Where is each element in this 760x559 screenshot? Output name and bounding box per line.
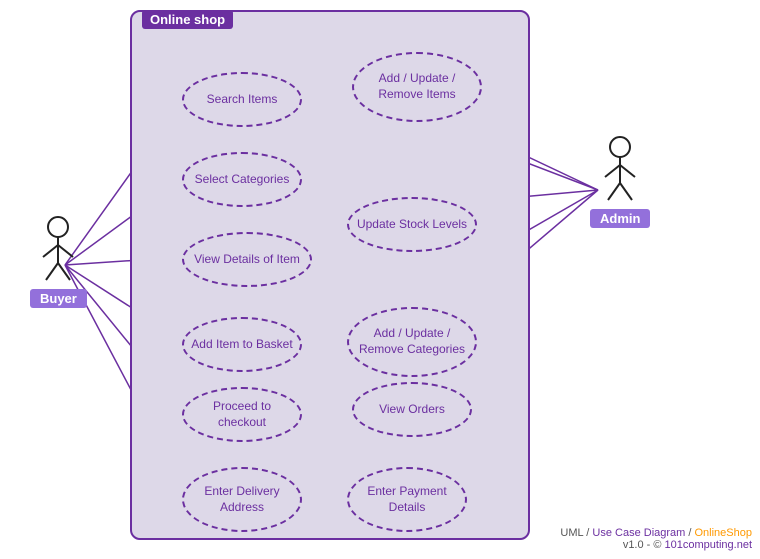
usecase-search-items: Search Items xyxy=(182,72,302,127)
usecase-proceed-to-checkout: Proceed to checkout xyxy=(182,387,302,442)
admin-label: Admin xyxy=(590,209,650,228)
buyer-figure xyxy=(38,215,78,285)
admin-figure xyxy=(600,135,640,205)
actor-admin: Admin xyxy=(590,135,650,228)
watermark-uml: UML / xyxy=(560,527,592,539)
usecase-add-update-remove-items: Add / Update / Remove Items xyxy=(352,52,482,122)
usecase-view-orders: View Orders xyxy=(352,382,472,437)
system-boundary: Online shop Search Items Add / Update / … xyxy=(130,10,530,540)
watermark-usecase: Use Case Diagram xyxy=(592,527,685,539)
usecase-enter-payment-details: Enter Payment Details xyxy=(347,467,467,532)
usecase-add-update-remove-categories: Add / Update / Remove Categories xyxy=(347,307,477,377)
watermark-onlineshop: OnlineShop xyxy=(695,527,753,539)
watermark: UML / Use Case Diagram / OnlineShop v1.0… xyxy=(560,527,752,551)
actor-buyer: Buyer xyxy=(30,215,87,308)
usecase-view-details: View Details of Item xyxy=(182,232,312,287)
usecase-enter-delivery-address: Enter Delivery Address xyxy=(182,467,302,532)
usecase-update-stock-levels: Update Stock Levels xyxy=(347,197,477,252)
usecase-select-categories: Select Categories xyxy=(182,152,302,207)
watermark-version: v1.0 - © xyxy=(623,539,665,551)
watermark-site: 101computing.net xyxy=(665,539,752,551)
buyer-label: Buyer xyxy=(30,289,87,308)
usecase-add-item-to-basket: Add Item to Basket xyxy=(182,317,302,372)
system-label: Online shop xyxy=(142,10,233,29)
